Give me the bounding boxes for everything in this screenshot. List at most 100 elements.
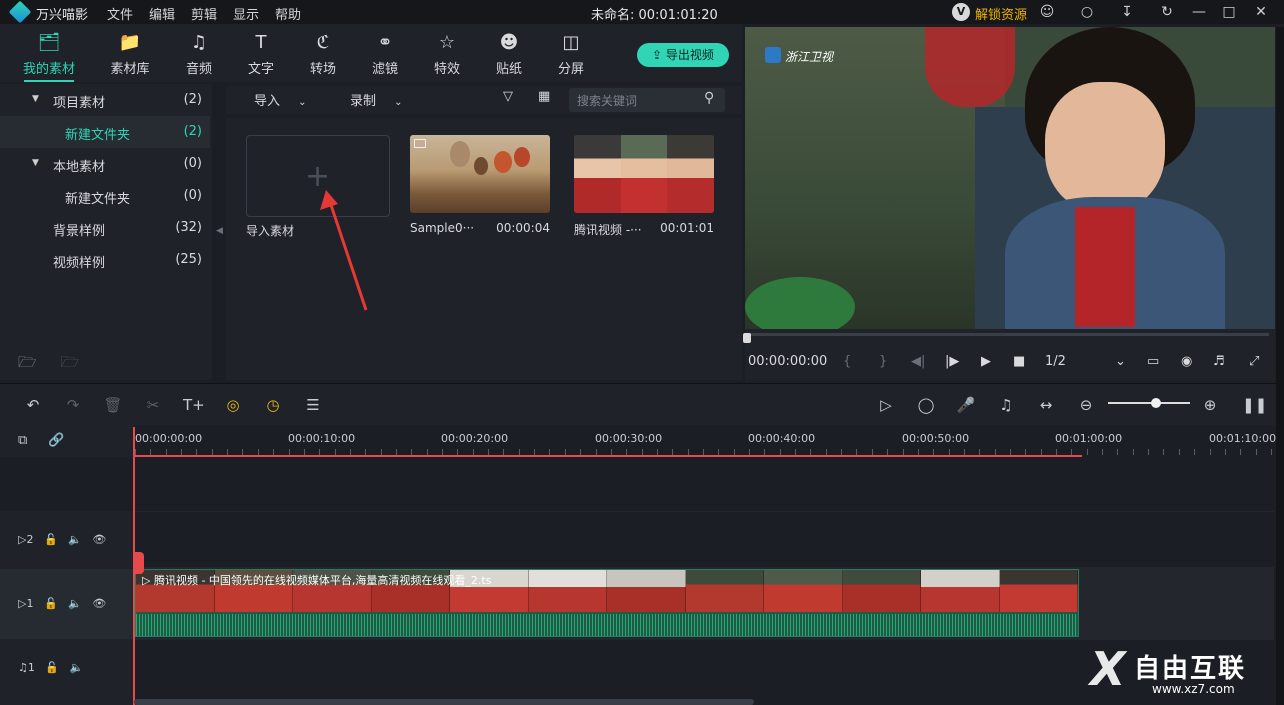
- microphone-icon[interactable]: 🎤: [956, 396, 976, 414]
- caret-down-icon[interactable]: ▼: [32, 158, 39, 168]
- export-video-button[interactable]: ⇪ 导出视频: [637, 43, 729, 67]
- zoom-slider-knob[interactable]: [1151, 398, 1161, 408]
- cut-icon[interactable]: ✂: [143, 396, 163, 414]
- eye-icon[interactable]: 👁: [92, 597, 106, 610]
- caret-down-icon[interactable]: ▼: [32, 94, 39, 104]
- chevron-down-icon[interactable]: ⌄: [1115, 354, 1126, 369]
- speed-icon[interactable]: ◎: [223, 396, 243, 414]
- play-icon[interactable]: ▶: [981, 354, 991, 369]
- scrub-bar[interactable]: [743, 333, 1269, 343]
- track-lane-video-2[interactable]: [134, 511, 1274, 567]
- media-card-sample[interactable]: Sample0··· 00:00:04: [410, 135, 550, 235]
- tree-count: (25): [175, 252, 202, 267]
- lock-icon[interactable]: 🔓: [44, 533, 58, 546]
- add-track-icon[interactable]: ⧉: [18, 433, 27, 448]
- video-preview[interactable]: 浙江卫视: [745, 27, 1275, 329]
- audio-mixer-icon[interactable]: ♫: [996, 396, 1016, 414]
- delete-icon[interactable]: 🗑: [103, 396, 123, 414]
- tab-filter[interactable]: ⚭ 滤镜: [354, 32, 416, 78]
- filter-funnel-icon[interactable]: ▽: [503, 89, 513, 111]
- tab-text[interactable]: T 文字: [230, 32, 292, 78]
- timeline-scrollbar[interactable]: [134, 699, 754, 705]
- unlock-resources-link[interactable]: 解锁资源: [975, 4, 1027, 23]
- menu-view[interactable]: 显示: [233, 4, 259, 23]
- support-icon[interactable]: ↻: [1158, 3, 1176, 21]
- zoom-in-icon[interactable]: ⊕: [1200, 396, 1220, 414]
- tree-item-video-samples[interactable]: 视频样例 (25): [0, 244, 210, 276]
- fullscreen-icon[interactable]: ⤢: [1249, 354, 1259, 369]
- folder-icon[interactable]: 🗁: [60, 353, 79, 371]
- duration-icon[interactable]: ◷: [263, 396, 283, 414]
- speaker-icon[interactable]: 🔈: [70, 661, 84, 674]
- folder-actions: 🗁 🗁: [18, 352, 79, 377]
- search-input[interactable]: 搜索关键词: [569, 88, 725, 112]
- fit-timeline-icon[interactable]: ↔: [1036, 396, 1056, 414]
- account-icon[interactable]: ☺: [1038, 3, 1056, 21]
- render-preview-icon[interactable]: ▷: [876, 396, 896, 414]
- panel-layout-icon[interactable]: ❚❚: [1242, 396, 1267, 414]
- tree-item-local-media[interactable]: ▼ 本地素材 (0): [0, 148, 210, 180]
- add-text-icon[interactable]: T+: [183, 396, 205, 414]
- tab-transition[interactable]: ℭ 转场: [292, 32, 354, 78]
- scrub-knob[interactable]: [743, 333, 751, 343]
- redo-icon[interactable]: ↷: [63, 396, 83, 414]
- media-card-tencent[interactable]: 腾讯视频 -··· 00:01:01: [574, 135, 714, 238]
- tree-item-background-samples[interactable]: 背景样例 (32): [0, 212, 210, 244]
- menu-edit[interactable]: 编辑: [149, 4, 175, 23]
- tab-label: 滤镜: [371, 62, 398, 77]
- feedback-icon[interactable]: ○: [1078, 3, 1096, 21]
- tree-item-project-media[interactable]: ▼ 项目素材 (2): [0, 84, 210, 116]
- grid-view-icon[interactable]: ▦: [538, 89, 550, 111]
- mark-out-icon[interactable]: }: [879, 354, 887, 369]
- monitor-icon[interactable]: ▭: [1147, 354, 1159, 369]
- collapse-arrow-icon[interactable]: ◀: [216, 226, 223, 236]
- stop-icon[interactable]: ■: [1013, 354, 1025, 369]
- undo-icon[interactable]: ↶: [23, 396, 43, 414]
- link-icon[interactable]: 🔗: [48, 433, 64, 448]
- close-icon[interactable]: ✕: [1252, 3, 1270, 21]
- zoom-slider[interactable]: [1108, 402, 1190, 404]
- menu-file[interactable]: 文件: [107, 4, 133, 23]
- speaker-icon[interactable]: 🔈: [68, 533, 82, 546]
- split-screen-icon: ◫: [562, 32, 580, 53]
- ruler-tick: [1148, 449, 1149, 455]
- menu-help[interactable]: 帮助: [275, 4, 301, 23]
- tab-audio[interactable]: ♫ 音频: [168, 32, 230, 78]
- ruler-label: 00:00:00:00: [135, 432, 203, 445]
- track-number: 1: [27, 661, 35, 674]
- prev-frame-icon[interactable]: ◀|: [911, 354, 925, 369]
- tree-item-new-folder-1[interactable]: 新建文件夹 (2): [0, 116, 210, 148]
- tab-my-media[interactable]: 🗂 我的素材: [18, 32, 80, 82]
- tab-library[interactable]: 📁 素材库: [99, 32, 161, 78]
- tree-item-new-folder-2[interactable]: 新建文件夹 (0): [0, 180, 210, 212]
- lock-icon[interactable]: 🔓: [45, 661, 59, 674]
- volume-icon[interactable]: ♬: [1213, 354, 1225, 369]
- media-card-name: Sample0···: [410, 221, 475, 235]
- maximize-icon[interactable]: □: [1220, 3, 1238, 21]
- vertical-scrollbar[interactable]: [1276, 27, 1284, 705]
- lock-icon[interactable]: 🔓: [44, 597, 58, 610]
- eye-icon[interactable]: 👁: [92, 533, 106, 546]
- speaker-icon[interactable]: 🔈: [68, 597, 82, 610]
- resolution-select[interactable]: 1/2: [1045, 354, 1066, 369]
- download-icon[interactable]: ↧: [1118, 3, 1136, 21]
- import-dropdown[interactable]: 导入 ⌄: [254, 90, 307, 112]
- video-clip[interactable]: ▷ 腾讯视频 - 中国领先的在线视频媒体平台,海量高清视频在线观看_2.ts: [135, 569, 1079, 637]
- marker-icon[interactable]: ◯: [916, 396, 936, 414]
- tab-label: 素材库: [110, 62, 150, 77]
- playhead-handle[interactable]: [134, 552, 144, 574]
- menu-clip[interactable]: 剪辑: [191, 4, 217, 23]
- mark-in-icon[interactable]: {: [843, 354, 851, 369]
- adjust-icon[interactable]: ☰: [303, 396, 323, 414]
- minimize-icon[interactable]: —: [1190, 3, 1208, 21]
- search-icon[interactable]: ⚲: [704, 90, 714, 106]
- snapshot-camera-icon[interactable]: ◉: [1181, 354, 1192, 369]
- unlock-v-icon[interactable]: V: [952, 3, 970, 21]
- zoom-out-icon[interactable]: ⊖: [1076, 396, 1096, 414]
- tab-effects[interactable]: ☆ 特效: [416, 32, 478, 78]
- record-dropdown[interactable]: 录制 ⌄: [350, 90, 403, 112]
- play-frame-icon[interactable]: |▶: [945, 354, 959, 369]
- add-folder-icon[interactable]: 🗁: [18, 353, 37, 371]
- tab-sticker[interactable]: ☻ 贴纸: [478, 32, 540, 78]
- tab-split-screen[interactable]: ◫ 分屏: [540, 32, 602, 78]
